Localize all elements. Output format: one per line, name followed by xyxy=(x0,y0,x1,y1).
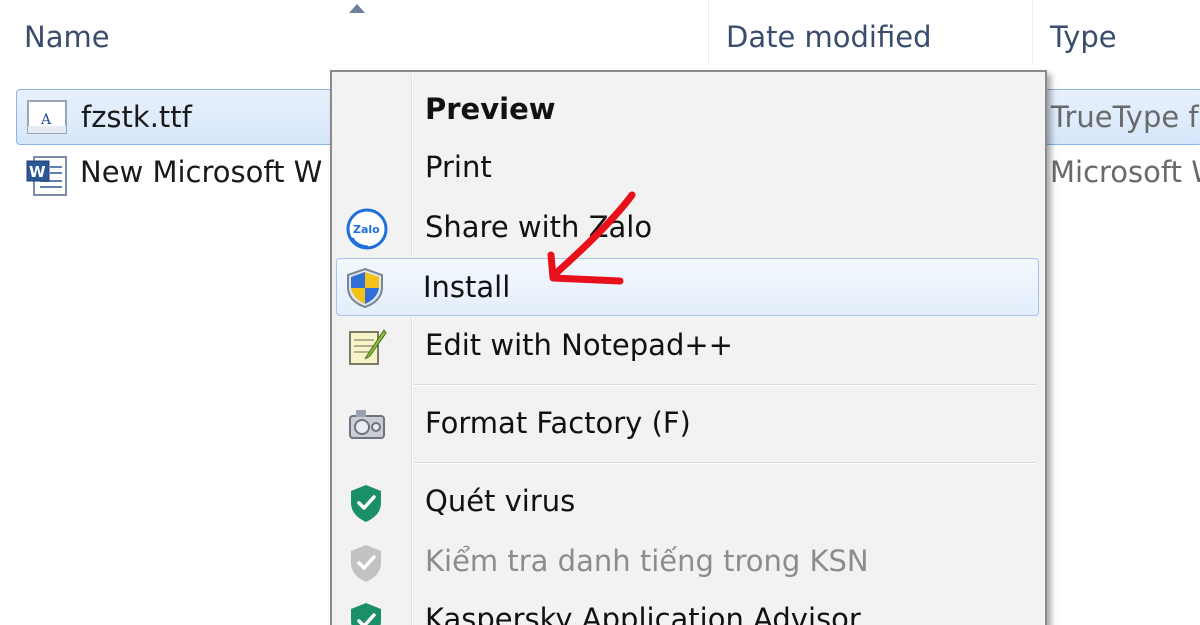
menu-item-label: Print xyxy=(425,150,492,184)
menu-item-kaspersky-application-advisor[interactable]: Kaspersky Application Advisor xyxy=(336,590,1039,625)
zalo-icon-text: Zalo xyxy=(353,223,380,236)
column-divider[interactable] xyxy=(708,0,709,64)
menu-item-label: Preview xyxy=(425,92,556,126)
format-factory-icon xyxy=(346,404,386,444)
menu-item-label: Kiểm tra danh tiếng trong KSN xyxy=(425,544,869,578)
menu-item-ksn-reputation[interactable]: Kiểm tra danh tiếng trong KSN xyxy=(336,532,1039,590)
file-explorer-view: Name Date modified Type A fzstk.ttf True… xyxy=(0,0,1200,625)
column-divider[interactable] xyxy=(1032,0,1033,64)
column-header-date-modified[interactable]: Date modified xyxy=(726,0,1026,70)
svg-text:W: W xyxy=(29,163,46,181)
menu-item-label: Install xyxy=(423,270,511,304)
context-menu: Preview Print Zalo Share with Zalo Insta… xyxy=(330,70,1047,625)
kaspersky-shield-gray-icon xyxy=(346,542,386,582)
menu-item-edit-with-notepad-plus-plus[interactable]: Edit with Notepad++ xyxy=(336,316,1039,374)
kaspersky-shield-icon xyxy=(346,482,386,522)
menu-item-share-with-zalo[interactable]: Zalo Share with Zalo xyxy=(336,198,1039,256)
file-name: fzstk.ttf xyxy=(81,100,192,134)
menu-item-print[interactable]: Print xyxy=(336,138,1039,196)
menu-item-install[interactable]: Install xyxy=(336,258,1039,316)
svg-text:A: A xyxy=(40,112,52,128)
menu-item-quet-virus[interactable]: Quét virus xyxy=(336,472,1039,530)
notepad-plus-plus-icon xyxy=(346,326,387,366)
menu-item-label: Quét virus xyxy=(425,484,576,518)
menu-item-label: Format Factory (F) xyxy=(425,406,691,440)
column-header-type[interactable]: Type xyxy=(1050,0,1200,70)
file-name: New Microsoft W xyxy=(80,155,323,189)
menu-separator xyxy=(414,384,1036,386)
word-document-icon: W xyxy=(26,155,70,201)
file-type: TrueType f xyxy=(1051,100,1199,134)
font-file-icon: A xyxy=(27,100,67,138)
menu-item-label: Edit with Notepad++ xyxy=(425,328,733,362)
menu-separator xyxy=(414,462,1036,464)
menu-item-label: Kaspersky Application Advisor xyxy=(425,602,861,625)
file-type: Microsoft W xyxy=(1050,155,1200,189)
menu-item-format-factory[interactable]: Format Factory (F) xyxy=(336,394,1039,452)
zalo-icon: Zalo xyxy=(346,208,388,250)
annotation-arrow-icon xyxy=(547,191,636,285)
menu-item-preview[interactable]: Preview xyxy=(336,80,1039,138)
kaspersky-shield-icon xyxy=(346,600,386,625)
column-header-name[interactable]: Name xyxy=(24,0,684,70)
uac-shield-icon xyxy=(345,267,385,309)
